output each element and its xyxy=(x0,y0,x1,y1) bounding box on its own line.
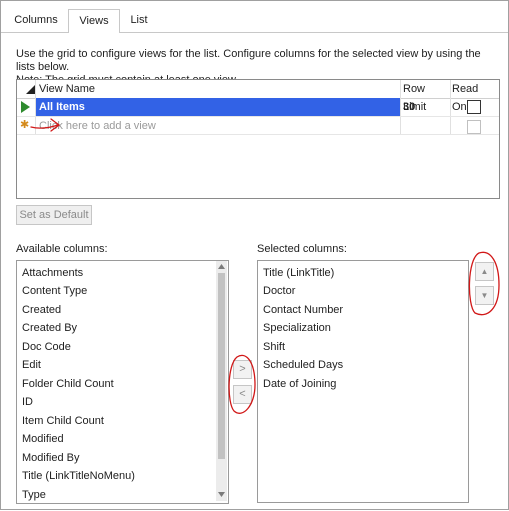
new-row-star-icon: ✱ xyxy=(20,119,30,131)
list-item[interactable]: Modified By xyxy=(22,449,79,467)
move-up-button[interactable]: ▲ xyxy=(475,262,494,281)
view-designer-dialog: Columns Views List Use the grid to confi… xyxy=(0,0,509,510)
set-as-default-button[interactable]: Set as Default xyxy=(16,205,92,225)
column-header-read-only[interactable]: Read Only xyxy=(452,80,499,113)
view-name-cell[interactable]: All Items xyxy=(36,98,400,116)
select-all-corner-icon[interactable] xyxy=(26,85,35,94)
tab-divider xyxy=(1,32,68,33)
list-item[interactable]: Created By xyxy=(22,319,77,337)
row-divider xyxy=(17,134,499,135)
views-grid: View Name Row Limit Read Only All Items … xyxy=(16,79,500,199)
list-item[interactable]: Item Child Count xyxy=(22,412,104,430)
move-down-button[interactable]: ▼ xyxy=(475,286,494,305)
list-item[interactable]: Created xyxy=(22,301,61,319)
selected-columns-label: Selected columns: xyxy=(257,243,347,255)
add-column-button[interactable]: > xyxy=(233,360,252,379)
scroll-up-icon[interactable] xyxy=(218,264,225,269)
list-item[interactable]: Doc Code xyxy=(22,338,71,356)
scrollbar-thumb[interactable] xyxy=(218,273,225,459)
tab-divider xyxy=(119,32,508,33)
grid-header: View Name Row Limit Read Only xyxy=(17,80,499,113)
list-item[interactable]: Specialization xyxy=(263,319,331,337)
tab-views[interactable]: Views xyxy=(68,9,120,33)
list-item[interactable]: Type xyxy=(22,486,46,504)
list-item[interactable]: Content Type xyxy=(22,282,87,300)
list-item[interactable]: Folder Child Count xyxy=(22,375,114,393)
list-item[interactable]: Shift xyxy=(263,338,285,356)
list-item[interactable]: Scheduled Days xyxy=(263,356,343,374)
tab-bar: Columns Views List xyxy=(1,1,508,33)
scroll-down-icon[interactable] xyxy=(218,492,225,497)
add-view-placeholder[interactable]: Click here to add a view xyxy=(39,117,399,135)
available-columns-label: Available columns: xyxy=(16,243,108,255)
list-item[interactable]: Attachments xyxy=(22,264,83,282)
vertical-scrollbar[interactable] xyxy=(216,261,227,501)
current-row-arrow-icon xyxy=(21,101,30,113)
list-item[interactable]: Doctor xyxy=(263,282,295,300)
list-item[interactable]: Title (LinkTitleNoMenu) xyxy=(22,467,135,485)
list-item[interactable]: Contact Number xyxy=(263,301,343,319)
selected-columns-list[interactable]: Title (LinkTitle) Doctor Contact Number … xyxy=(257,260,469,503)
read-only-checkbox[interactable] xyxy=(467,100,481,114)
column-header-view-name[interactable]: View Name xyxy=(39,80,399,98)
list-item[interactable]: ID xyxy=(22,393,33,411)
new-row-read-only-checkbox[interactable] xyxy=(467,120,481,134)
new-view-row[interactable]: ✱ Click here to add a view xyxy=(17,117,499,135)
instructions-line: Use the grid to configure views for the … xyxy=(16,48,481,73)
row-limit-cell[interactable]: 30 xyxy=(403,98,449,116)
list-item[interactable]: Title (LinkTitle) xyxy=(263,264,334,282)
tab-columns[interactable]: Columns xyxy=(9,9,63,32)
available-columns-list[interactable]: Attachments Content Type Created Created… xyxy=(16,260,229,504)
table-row[interactable]: All Items 30 xyxy=(17,98,499,116)
tab-list[interactable]: List xyxy=(121,9,157,32)
list-item[interactable]: Modified xyxy=(22,430,64,448)
list-item[interactable]: Edit xyxy=(22,356,41,374)
list-item[interactable]: Date of Joining xyxy=(263,375,336,393)
remove-column-button[interactable]: < xyxy=(233,385,252,404)
column-header-row-limit[interactable]: Row Limit xyxy=(403,80,451,113)
